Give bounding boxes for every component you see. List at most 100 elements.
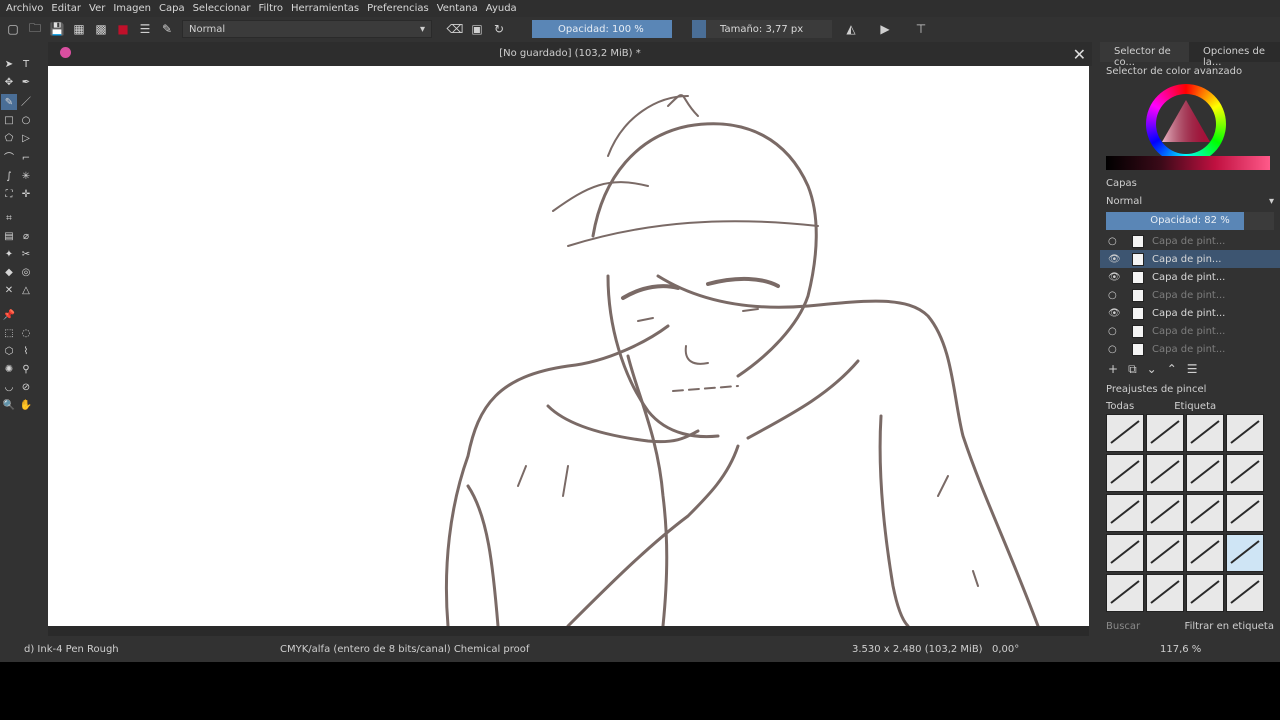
brush-preset[interactable]	[1186, 494, 1224, 532]
filter-tag-checkbox[interactable]: Filtrar en etiqueta	[1185, 621, 1274, 632]
layers-blend-select[interactable]: Normal ▾	[1106, 192, 1274, 210]
reference-tool-icon[interactable]: 📌	[1, 307, 17, 323]
ellipse-select-icon[interactable]: ◌	[18, 325, 34, 341]
brush-preset[interactable]	[1186, 534, 1224, 572]
color-wheel[interactable]	[1100, 80, 1280, 172]
eraser-icon[interactable]: ⌫	[446, 20, 464, 38]
new-document-icon[interactable]: ▢	[4, 20, 22, 38]
menu-ventana[interactable]: Ventana	[437, 3, 478, 14]
bezier-tool-icon[interactable]: ⌒	[1, 148, 17, 164]
status-rotation[interactable]: 0,00°	[992, 644, 1019, 655]
brush-preset[interactable]	[1186, 414, 1224, 452]
wrap-icon[interactable]: ⊤	[912, 20, 930, 38]
pattern-icon[interactable]: ▩	[92, 20, 110, 38]
menu-capa[interactable]: Capa	[159, 3, 185, 14]
brush-preset[interactable]	[1146, 494, 1184, 532]
smart-patch-icon[interactable]: ✂	[18, 247, 34, 263]
multibrush-icon[interactable]: ✳	[18, 168, 34, 184]
blend-mode-select[interactable]: Normal ▾	[182, 20, 432, 38]
freehand-brush-icon[interactable]: ✎	[1, 94, 17, 110]
brush-preset[interactable]	[1106, 534, 1144, 572]
status-zoom[interactable]: 117,6 %	[1160, 644, 1201, 655]
similar-select-icon[interactable]: ⚲	[18, 361, 34, 377]
text-tool-icon[interactable]: T	[18, 56, 34, 72]
edit-shapes-icon[interactable]: ✥	[1, 74, 17, 90]
color-triangle[interactable]	[1160, 98, 1212, 150]
brush-preset[interactable]	[1226, 574, 1264, 612]
layer-row[interactable]: 👁 Capa de pint...	[1100, 304, 1280, 322]
brush-search-input[interactable]: Buscar	[1106, 621, 1140, 632]
eye-icon[interactable]: 👁	[1108, 254, 1122, 265]
brush-preset[interactable]	[1106, 574, 1144, 612]
brush-preset[interactable]	[1186, 454, 1224, 492]
drawing-canvas[interactable]	[48, 66, 1089, 626]
assistant-tool-icon[interactable]: ✕	[1, 283, 17, 299]
move-up-icon[interactable]: ⌃	[1167, 362, 1177, 376]
pan-tool-icon[interactable]: ✋	[18, 397, 34, 413]
layer-row[interactable]: 👁 Capa de pin...	[1100, 250, 1280, 268]
tab-color-selector[interactable]: Selector de co...	[1100, 42, 1189, 68]
brush-preset[interactable]	[1146, 414, 1184, 452]
gradient-tool-icon[interactable]: ▤	[1, 229, 17, 245]
eye-icon[interactable]: ○	[1108, 236, 1122, 247]
horizontal-scrollbar[interactable]	[48, 626, 1089, 636]
eye-icon[interactable]: ○	[1108, 290, 1122, 301]
layer-row[interactable]: 👁 Capa de pint...	[1100, 268, 1280, 286]
reload-icon[interactable]: ↻	[490, 20, 508, 38]
layer-row[interactable]: ○ Capa de pint...	[1100, 286, 1280, 304]
tab-tool-options[interactable]: Opciones de la...	[1189, 42, 1280, 68]
zoom-tool-icon[interactable]: 🔍	[1, 397, 17, 413]
brush-preset[interactable]	[1146, 534, 1184, 572]
menu-seleccionar[interactable]: Seleccionar	[193, 3, 251, 14]
line-tool-icon[interactable]: ／	[18, 92, 34, 108]
bezier-select-icon[interactable]: ◡	[1, 379, 17, 395]
eye-icon[interactable]: ○	[1108, 344, 1122, 355]
menu-imagen[interactable]: Imagen	[113, 3, 151, 14]
gradient-icon[interactable]: ▦	[70, 20, 88, 38]
layer-opacity-slider[interactable]: Opacidad: 82 %	[1106, 212, 1274, 230]
colorize-mask-icon[interactable]: ✦	[1, 247, 17, 263]
brush-settings-icon[interactable]: ☰	[136, 20, 154, 38]
brush-preset[interactable]	[1106, 414, 1144, 452]
fill-tool-icon[interactable]: ◆	[1, 265, 17, 281]
crop-tool-icon[interactable]: ⌗	[1, 211, 17, 227]
transform-tool-icon[interactable]: ⛶	[1, 186, 17, 202]
layer-row[interactable]: ○ Capa de pint...	[1100, 232, 1280, 250]
rectangle-tool-icon[interactable]: □	[1, 112, 17, 128]
brush-preset[interactable]	[1146, 454, 1184, 492]
brush-preset[interactable]	[1226, 534, 1264, 572]
open-folder-icon[interactable]: 🗀	[26, 20, 44, 38]
alpha-lock-icon[interactable]: ▣	[468, 20, 486, 38]
brush-preset-icon[interactable]: ✎	[158, 20, 176, 38]
polygon-select-icon[interactable]: ⬡	[1, 343, 17, 359]
measure-tool-icon[interactable]: △	[18, 283, 34, 299]
polygon-tool-icon[interactable]: ⬠	[1, 130, 17, 146]
brush-filter-select[interactable]: Todas	[1106, 401, 1134, 412]
move-down-icon[interactable]: ⌄	[1147, 362, 1157, 376]
opacity-slider[interactable]: Opacidad: 100 %	[532, 20, 672, 38]
path-tool-icon[interactable]: ⌐	[18, 150, 34, 166]
brush-preset[interactable]	[1226, 494, 1264, 532]
calligraphy-icon[interactable]: ✒	[18, 74, 34, 90]
brush-preset[interactable]	[1186, 574, 1224, 612]
foreground-color-icon[interactable]: ■	[114, 20, 132, 38]
layer-row[interactable]: ○ Capa de pint...	[1100, 340, 1280, 358]
add-layer-icon[interactable]: +	[1108, 362, 1118, 376]
menu-archivo[interactable]: Archivo	[6, 3, 43, 14]
layer-properties-icon[interactable]: ☰	[1187, 362, 1198, 376]
mirror-vertical-icon[interactable]: ▶	[876, 20, 894, 38]
menu-herramientas[interactable]: Herramientas	[291, 3, 359, 14]
magnetic-select-icon[interactable]: ⊘	[18, 379, 34, 395]
color-history-strip[interactable]	[1106, 156, 1270, 170]
rect-select-icon[interactable]: ⬚	[1, 325, 17, 341]
menu-ver[interactable]: Ver	[89, 3, 105, 14]
save-icon[interactable]: 💾	[48, 20, 66, 38]
brush-tag-button[interactable]: Etiqueta	[1174, 401, 1216, 412]
menu-preferencias[interactable]: Preferencias	[367, 3, 429, 14]
menu-filtro[interactable]: Filtro	[258, 3, 283, 14]
move-tool-icon[interactable]: ✛	[18, 186, 34, 202]
brush-preset[interactable]	[1106, 494, 1144, 532]
enclose-fill-icon[interactable]: ◎	[18, 265, 34, 281]
dynamic-brush-icon[interactable]: ∫	[1, 168, 17, 184]
brush-preset[interactable]	[1226, 414, 1264, 452]
